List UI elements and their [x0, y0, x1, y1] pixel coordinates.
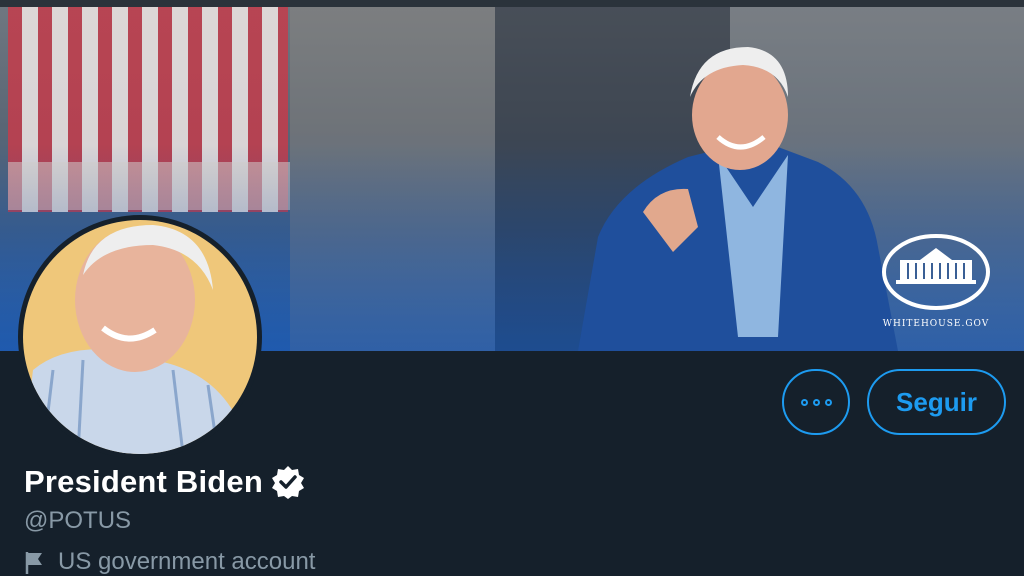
banner-person-photo [578, 47, 898, 351]
flag-icon [25, 552, 42, 574]
profile-name-row: President Biden [24, 464, 305, 500]
government-account-label: US government account [24, 548, 315, 576]
account-type-text: US government account [58, 548, 316, 575]
follow-button-label: Seguir [896, 386, 977, 417]
more-options-icon [800, 398, 832, 406]
more-options-button[interactable] [782, 369, 850, 435]
profile-avatar[interactable] [18, 215, 262, 459]
whitehouse-caption: WHITEHOUSE.GOV [882, 319, 990, 329]
profile-handle: @POTUS [24, 507, 132, 534]
avatar-photo [23, 225, 248, 454]
follow-button[interactable]: Seguir [867, 369, 1006, 435]
verified-badge-icon [272, 466, 304, 499]
profile-name: President Biden [24, 464, 263, 499]
top-bar [0, 0, 1024, 7]
